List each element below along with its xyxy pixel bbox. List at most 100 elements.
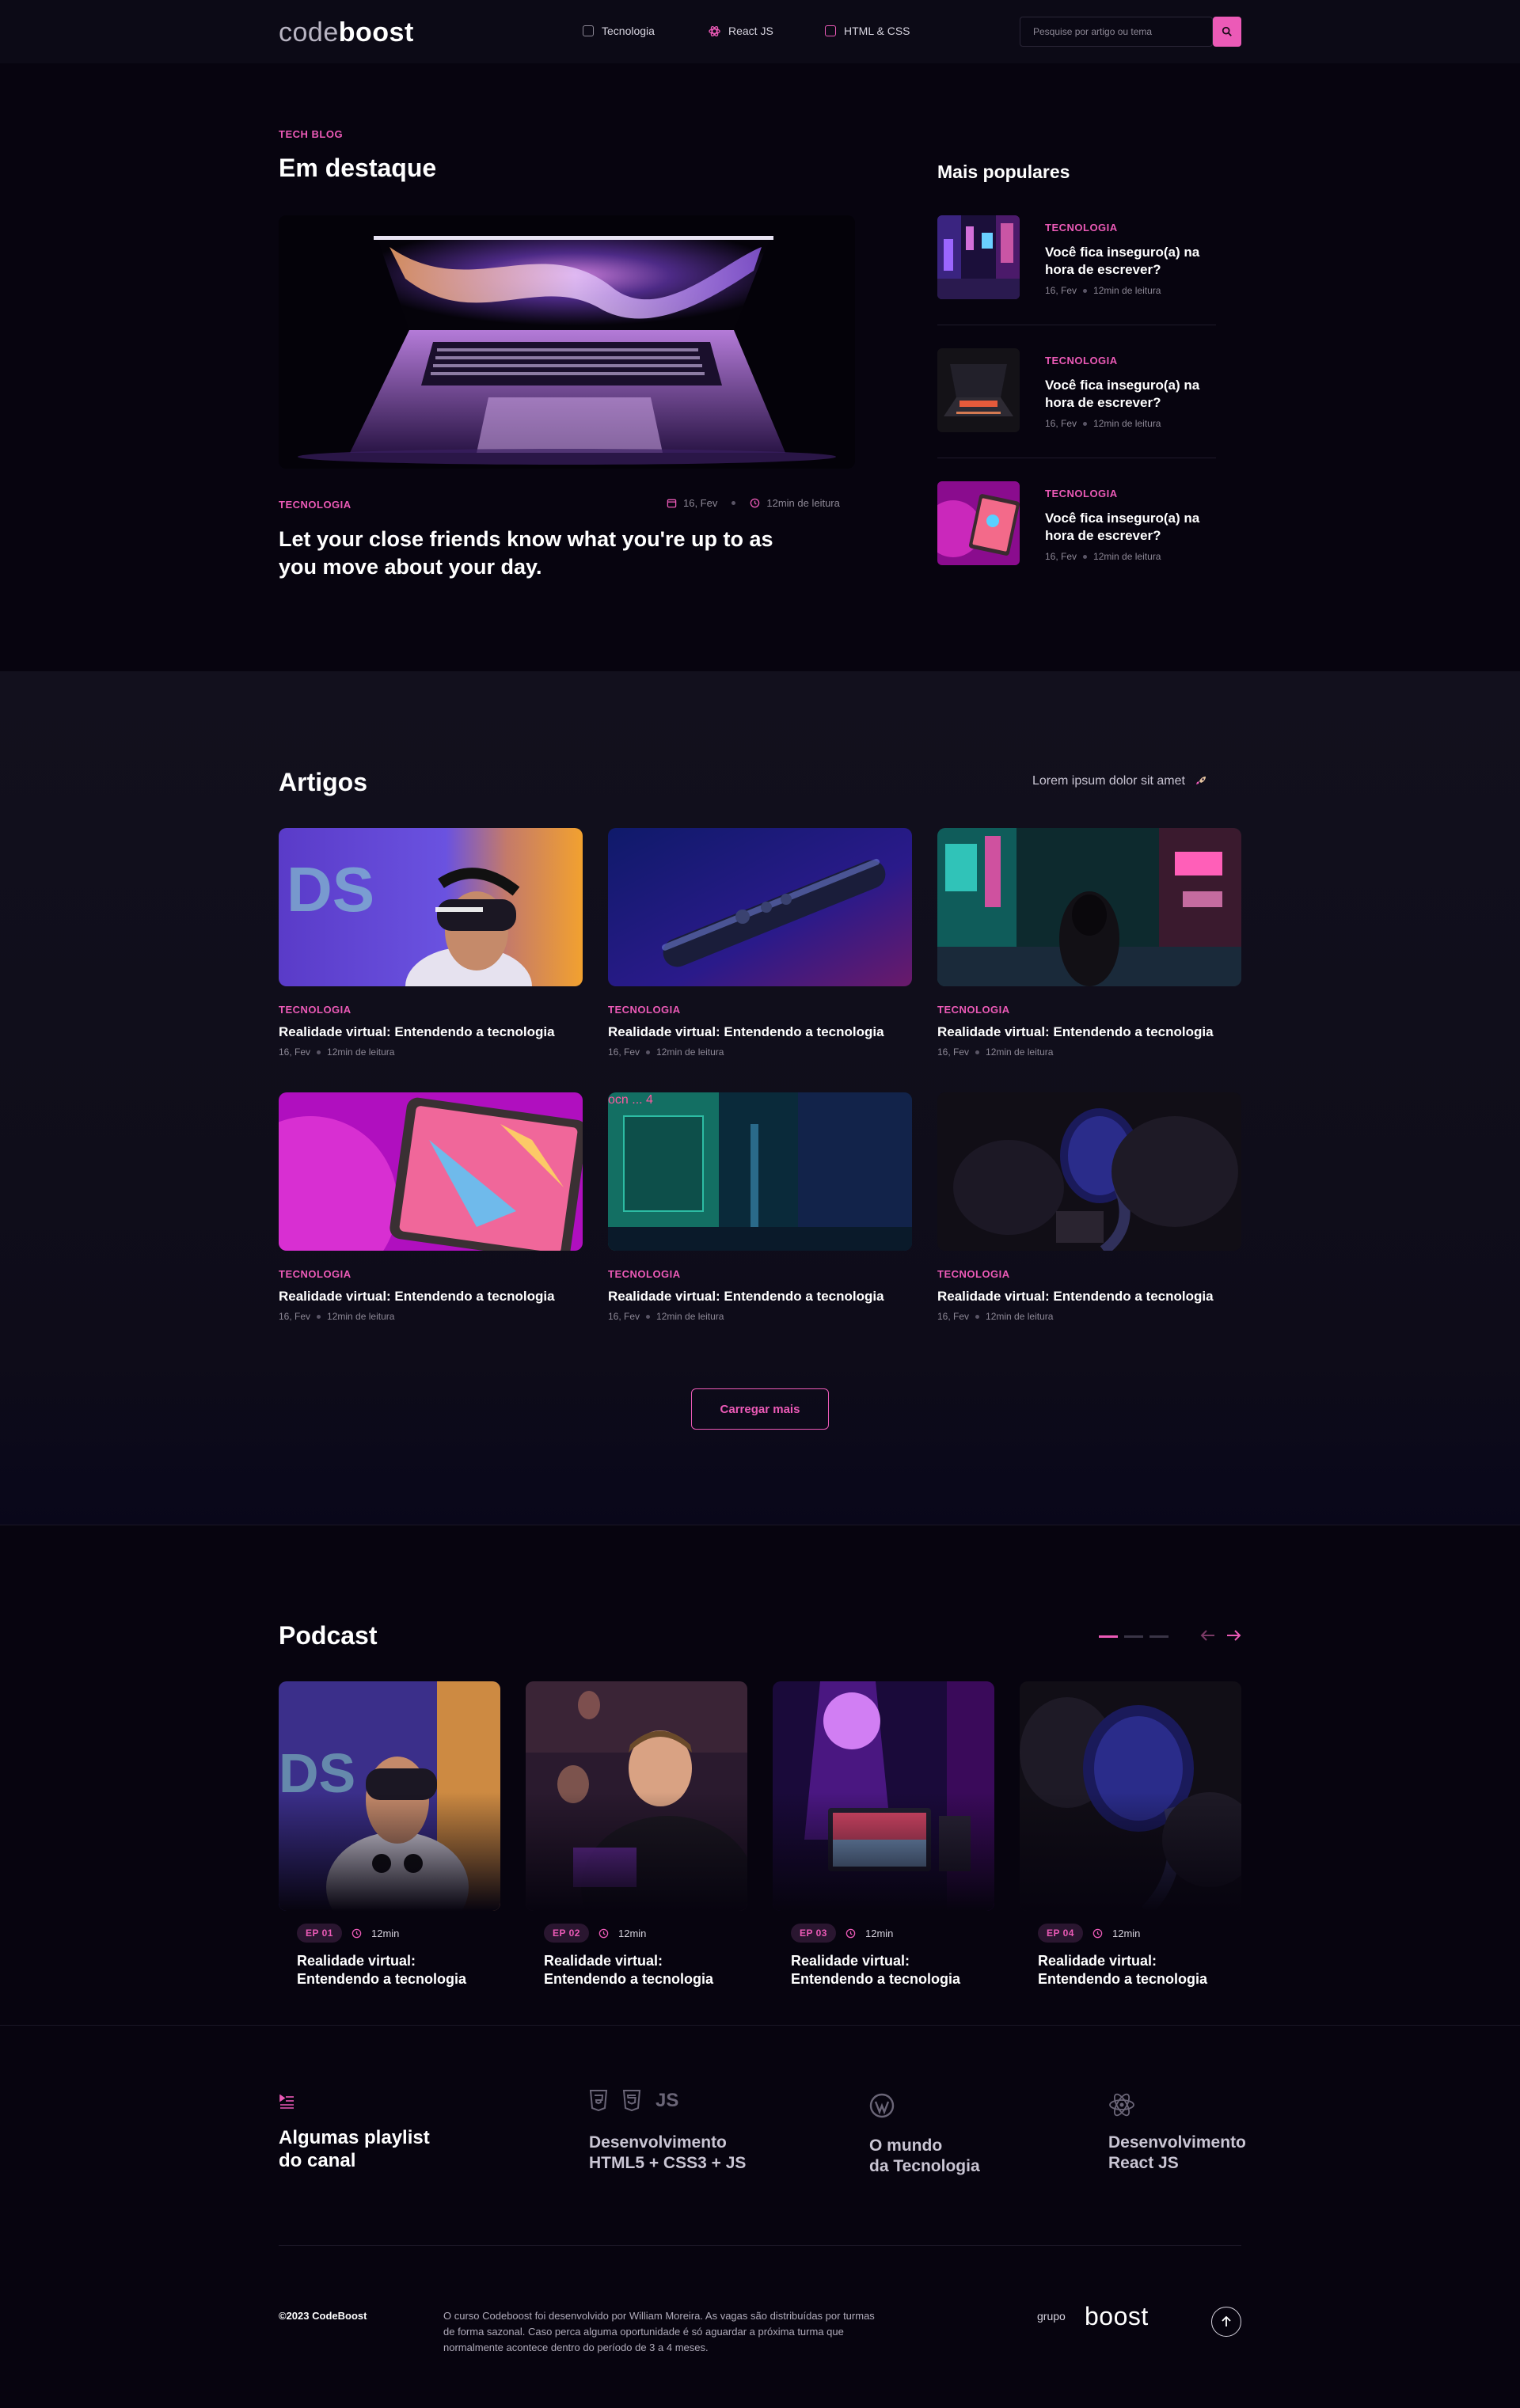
- featured-title-line: you move about your day.: [279, 555, 542, 579]
- search-button[interactable]: [1213, 17, 1241, 47]
- featured-title[interactable]: Let your close friends know what you're …: [279, 526, 773, 581]
- episode-title[interactable]: Realidade virtual: Entendendo a tecnologi…: [1038, 1952, 1207, 1988]
- article-title[interactable]: Realidade virtual: Entendendo a tecnolog…: [937, 1024, 1214, 1040]
- footer-description: O curso Codeboost foi desenvolvido por W…: [443, 2308, 950, 2356]
- podcast-card[interactable]: [526, 1681, 747, 1911]
- meta-separator: [646, 1050, 651, 1054]
- article-image[interactable]: [608, 828, 912, 986]
- podcast-card[interactable]: DS: [279, 1681, 500, 1911]
- popular-thumb[interactable]: [937, 348, 1020, 432]
- wordpress-icon: [869, 2093, 895, 2118]
- article-category[interactable]: TECNOLOGIA: [608, 1268, 681, 1280]
- popular-title[interactable]: Você fica inseguro(a) na hora de escreve…: [1045, 244, 1199, 279]
- episode-title[interactable]: Realidade virtual: Entendendo a tecnologi…: [297, 1952, 466, 1988]
- brand-logo[interactable]: boost: [1085, 2302, 1149, 2331]
- article-title[interactable]: Realidade virtual: Entendendo a tecnolog…: [608, 1289, 884, 1305]
- podcast-card[interactable]: [1020, 1681, 1241, 1911]
- article-image[interactable]: [279, 1092, 583, 1251]
- popular-heading: Mais populares: [937, 161, 1070, 182]
- article-title[interactable]: Realidade virtual: Entendendo a tecnolog…: [279, 1289, 555, 1305]
- carousel-indicator[interactable]: [1150, 1635, 1168, 1638]
- article-title[interactable]: Realidade virtual: Entendendo a tecnolog…: [608, 1024, 884, 1040]
- episode-title-line: Entendendo a tecnologia: [791, 1971, 961, 1987]
- episode-title-line: Realidade virtual:: [1038, 1953, 1157, 1969]
- article-category[interactable]: TECNOLOGIA: [279, 1268, 352, 1280]
- playlist-react-icon-wrap: [1108, 2091, 1135, 2122]
- popular-thumb[interactable]: [937, 215, 1020, 299]
- nav-item-react[interactable]: React JS: [709, 25, 773, 37]
- carousel-indicator[interactable]: [1124, 1635, 1143, 1638]
- vr-headset-image: DS: [279, 828, 583, 986]
- article-image[interactable]: [937, 1092, 1241, 1251]
- articles-heading: Artigos: [279, 768, 367, 796]
- articles-tagline: Lorem ipsum dolor sit amet: [1032, 774, 1207, 788]
- popular-meta: 16, Fev 12min de leitura: [1045, 285, 1161, 296]
- card-fade: [279, 1792, 500, 1911]
- carousel-prev-button[interactable]: [1200, 1629, 1216, 1646]
- article-title[interactable]: Realidade virtual: Entendendo a tecnolog…: [279, 1024, 555, 1040]
- footer-text-line: normalmente acontece dentro do período d…: [443, 2342, 709, 2353]
- featured-meta: 16, Fev 12min de leitura: [667, 497, 840, 509]
- article-meta: 16, Fev 12min de leitura: [937, 1311, 1053, 1322]
- popular-title[interactable]: Você fica inseguro(a) na hora de escreve…: [1045, 377, 1199, 412]
- playlist-mundo-tecnologia[interactable]: O mundo da Tecnologia: [869, 2136, 980, 2177]
- article-image[interactable]: [937, 828, 1241, 986]
- logo[interactable]: codeboost: [279, 17, 414, 48]
- meta-separator: [975, 1050, 980, 1054]
- featured-category[interactable]: TECNOLOGIA: [279, 499, 352, 511]
- article-date: 16, Fev: [608, 1046, 640, 1058]
- popular-title[interactable]: Você fica inseguro(a) na hora de escreve…: [1045, 510, 1199, 545]
- playlist-intro: Algumas playlist do canal: [279, 2126, 430, 2172]
- speaker-dark-image: [937, 1092, 1241, 1251]
- article-category[interactable]: TECNOLOGIA: [937, 1004, 1010, 1016]
- podcast-card[interactable]: [773, 1681, 994, 1911]
- article-date: 16, Fev: [279, 1046, 311, 1058]
- nav-item-html-css[interactable]: HTML & CSS: [825, 25, 910, 37]
- arrow-right-icon: [1227, 1630, 1241, 1641]
- popular-title-line: hora de escrever?: [1045, 528, 1161, 543]
- article-title[interactable]: Realidade virtual: Entendendo a tecnolog…: [937, 1289, 1214, 1305]
- article-date: 16, Fev: [279, 1311, 311, 1322]
- article-category[interactable]: TECNOLOGIA: [279, 1004, 352, 1016]
- episode-title[interactable]: Realidade virtual: Entendendo a tecnologi…: [544, 1952, 713, 1988]
- popular-category[interactable]: TECNOLOGIA: [1045, 222, 1118, 234]
- alley-neon-image: ocn ... 4: [608, 1092, 912, 1251]
- episode-badge: EP 01: [297, 1924, 342, 1943]
- logo-part-code: code: [279, 17, 339, 47]
- nav-label: React JS: [728, 25, 773, 37]
- article-read-time: 12min de leitura: [327, 1046, 395, 1058]
- clock-icon: [1092, 1928, 1103, 1938]
- article-image[interactable]: ocn ... 4: [608, 1092, 912, 1251]
- nav-item-tecnologia[interactable]: Tecnologia: [583, 25, 655, 37]
- featured-image[interactable]: [279, 215, 855, 469]
- calendar-icon: [667, 499, 677, 508]
- article-image[interactable]: DS: [279, 828, 583, 986]
- card-fade: [526, 1792, 747, 1911]
- episode-title[interactable]: Realidade virtual: Entendendo a tecnologi…: [791, 1952, 960, 1988]
- carousel-indicator-active[interactable]: [1099, 1635, 1118, 1638]
- search-input[interactable]: [1020, 17, 1214, 46]
- arrow-left-icon: [1200, 1630, 1214, 1641]
- article-category[interactable]: TECNOLOGIA: [608, 1004, 681, 1016]
- popular-category[interactable]: TECNOLOGIA: [1045, 355, 1118, 367]
- js-icon: JS: [656, 2090, 679, 2111]
- playlist-title-line: Desenvolvimento: [589, 2133, 727, 2152]
- episode-duration: 12min: [1112, 1927, 1141, 1939]
- article-meta: 16, Fev 12min de leitura: [608, 1311, 724, 1322]
- meta-separator: [1083, 421, 1088, 426]
- section-divider: [0, 2025, 1520, 2026]
- css3-icon: [622, 2090, 641, 2112]
- article-meta: 16, Fev 12min de leitura: [937, 1046, 1053, 1058]
- popular-category[interactable]: TECNOLOGIA: [1045, 488, 1118, 499]
- playlist-react[interactable]: Desenvolvimento React JS: [1108, 2133, 1246, 2174]
- load-more-button[interactable]: Carregar mais: [691, 1388, 829, 1430]
- playlist-html-css-js[interactable]: Desenvolvimento HTML5 + CSS3 + JS: [589, 2133, 746, 2174]
- popular-thumb[interactable]: [937, 481, 1020, 565]
- featured-heading: Em destaque: [279, 154, 437, 182]
- card-fade: [773, 1792, 994, 1911]
- back-to-top-button[interactable]: [1211, 2307, 1241, 2337]
- clock-icon: [352, 1928, 362, 1938]
- episode-title-line: Realidade virtual:: [297, 1953, 416, 1969]
- carousel-next-button[interactable]: [1226, 1629, 1241, 1646]
- article-category[interactable]: TECNOLOGIA: [937, 1268, 1010, 1280]
